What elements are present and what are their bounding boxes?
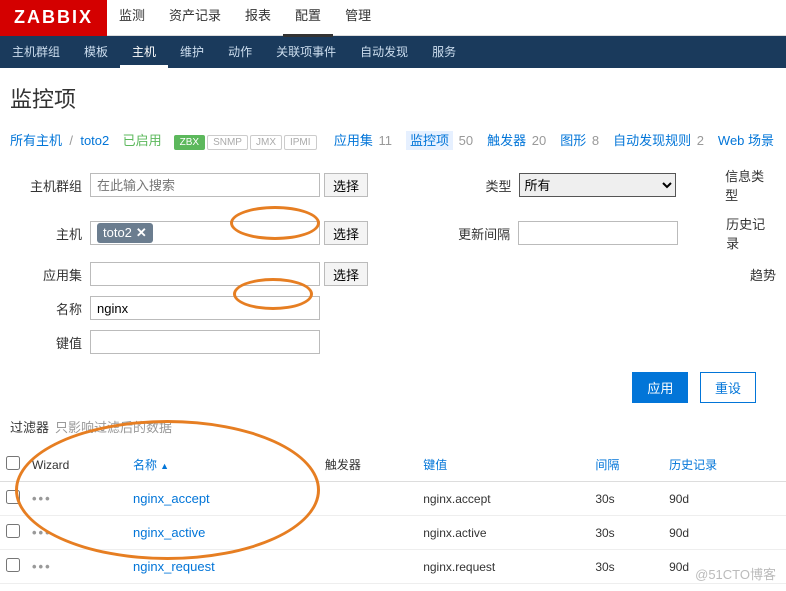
filter-form: 主机群组 选择 类型 所有 信息类型 主机 toto2✕ 选择 更新间隔 历史记… bbox=[0, 166, 786, 354]
breadcrumb: 所有主机 / toto2 已启用 ZBXSNMPJMXIPMI 应用集 11监控… bbox=[0, 126, 786, 162]
group-select-button[interactable]: 选择 bbox=[324, 173, 368, 197]
close-icon[interactable]: ✕ bbox=[136, 225, 147, 240]
items-table: Wizard 名称 触发器 键值 间隔 历史记录 ••• nginx_accept… bbox=[0, 448, 786, 584]
label-interval: 更新间隔 bbox=[441, 224, 518, 243]
host-tag: SNMP bbox=[207, 135, 248, 150]
host-stat-link[interactable]: 触发器 bbox=[487, 133, 526, 148]
select-all-checkbox[interactable] bbox=[6, 456, 20, 470]
label-app: 应用集 bbox=[10, 265, 90, 284]
col-wizard: Wizard bbox=[26, 448, 127, 482]
table-row: •••nginx_requestnginx.request30s90d bbox=[0, 550, 786, 584]
item-interval: 30s bbox=[589, 482, 663, 516]
filter-header: 过滤器只影响过滤后的数据 bbox=[0, 411, 786, 442]
row-checkbox[interactable] bbox=[6, 490, 20, 504]
label-info-type: 信息类型 bbox=[725, 166, 776, 204]
row-checkbox[interactable] bbox=[6, 524, 20, 538]
filter-actions: 应用 重设 bbox=[0, 364, 786, 411]
item-history: 90d bbox=[663, 482, 786, 516]
col-key[interactable]: 键值 bbox=[417, 448, 589, 482]
host-stat-link[interactable]: 图形 bbox=[560, 133, 586, 148]
host-stat-link[interactable]: 应用集 bbox=[334, 133, 373, 148]
topnav-item[interactable]: 资产记录 bbox=[157, 0, 233, 37]
host-input[interactable]: toto2✕ bbox=[90, 221, 320, 245]
col-name[interactable]: 名称 bbox=[127, 448, 319, 482]
interval-input[interactable] bbox=[518, 221, 678, 245]
label-type: 类型 bbox=[441, 176, 519, 195]
page-title: 监控项 bbox=[10, 82, 776, 114]
item-name-link[interactable]: nginx_accept bbox=[133, 491, 210, 506]
host-token[interactable]: toto2✕ bbox=[97, 223, 153, 243]
name-input[interactable] bbox=[90, 296, 320, 320]
app-select-button[interactable]: 选择 bbox=[324, 262, 368, 286]
subnav-item[interactable]: 自动发现 bbox=[348, 36, 420, 68]
top-nav: 监测资产记录报表配置管理 bbox=[107, 0, 383, 37]
subnav-item[interactable]: 模板 bbox=[72, 36, 120, 68]
reset-button[interactable]: 重设 bbox=[700, 372, 756, 403]
item-key: nginx.active bbox=[417, 516, 589, 550]
host-stat-link[interactable]: Web 场景 bbox=[718, 133, 774, 148]
crumb-all-hosts[interactable]: 所有主机 bbox=[10, 133, 62, 148]
subnav-item[interactable]: 维护 bbox=[168, 36, 216, 68]
wizard-icon[interactable]: ••• bbox=[32, 525, 52, 540]
host-stat-link[interactable]: 自动发现规则 bbox=[613, 133, 691, 148]
row-checkbox[interactable] bbox=[6, 558, 20, 572]
status-enabled: 已启用 bbox=[123, 133, 162, 148]
app-input[interactable] bbox=[90, 262, 320, 286]
item-name-link[interactable]: nginx_active bbox=[133, 525, 205, 540]
watermark: @51CTO博客 bbox=[695, 564, 776, 583]
wizard-icon[interactable]: ••• bbox=[32, 559, 52, 574]
label-trend: 趋势 bbox=[750, 265, 776, 284]
label-history: 历史记录 bbox=[726, 214, 776, 252]
label-key: 键值 bbox=[10, 333, 90, 352]
topnav-item[interactable]: 管理 bbox=[333, 0, 383, 37]
label-group: 主机群组 bbox=[10, 176, 90, 195]
sub-nav: 主机群组模板主机维护动作关联项事件自动发现服务 bbox=[0, 36, 786, 68]
group-input[interactable] bbox=[90, 173, 320, 197]
table-row: ••• nginx_active nginx.active30s90d bbox=[0, 516, 786, 550]
crumb-host[interactable]: toto2 bbox=[80, 133, 109, 148]
top-bar: ZABBIX 监测资产记录报表配置管理 bbox=[0, 0, 786, 36]
brand-logo: ZABBIX bbox=[0, 0, 107, 36]
wizard-icon[interactable]: ••• bbox=[32, 491, 52, 506]
subnav-item[interactable]: 关联项事件 bbox=[264, 36, 348, 68]
host-tag: ZBX bbox=[174, 135, 205, 150]
subnav-item[interactable]: 服务 bbox=[420, 36, 468, 68]
item-interval: 30s bbox=[589, 516, 663, 550]
topnav-item[interactable]: 配置 bbox=[283, 0, 333, 37]
topnav-item[interactable]: 报表 bbox=[233, 0, 283, 37]
item-interval: 30s bbox=[589, 550, 663, 584]
host-select-button[interactable]: 选择 bbox=[324, 221, 368, 245]
table-row: ••• nginx_accept nginx.accept30s90d bbox=[0, 482, 786, 516]
label-name: 名称 bbox=[10, 299, 90, 318]
item-key: nginx.accept bbox=[417, 482, 589, 516]
subnav-item[interactable]: 动作 bbox=[216, 36, 264, 68]
item-history: 90d bbox=[663, 516, 786, 550]
item-name-link[interactable]: nginx_request bbox=[133, 559, 215, 574]
type-select[interactable]: 所有 bbox=[519, 173, 676, 197]
key-input[interactable] bbox=[90, 330, 320, 354]
col-history[interactable]: 历史记录 bbox=[663, 448, 786, 482]
topnav-item[interactable]: 监测 bbox=[107, 0, 157, 37]
subnav-item[interactable]: 主机群组 bbox=[0, 36, 72, 68]
col-triggers: 触发器 bbox=[319, 448, 417, 482]
host-stat-link[interactable]: 监控项 bbox=[406, 131, 453, 150]
apply-button[interactable]: 应用 bbox=[632, 372, 688, 403]
label-host: 主机 bbox=[10, 224, 90, 243]
subnav-item[interactable]: 主机 bbox=[120, 36, 168, 68]
item-key: nginx.request bbox=[417, 550, 589, 584]
host-tag: JMX bbox=[250, 135, 282, 150]
col-interval[interactable]: 间隔 bbox=[589, 448, 663, 482]
host-tag: IPMI bbox=[284, 135, 317, 150]
